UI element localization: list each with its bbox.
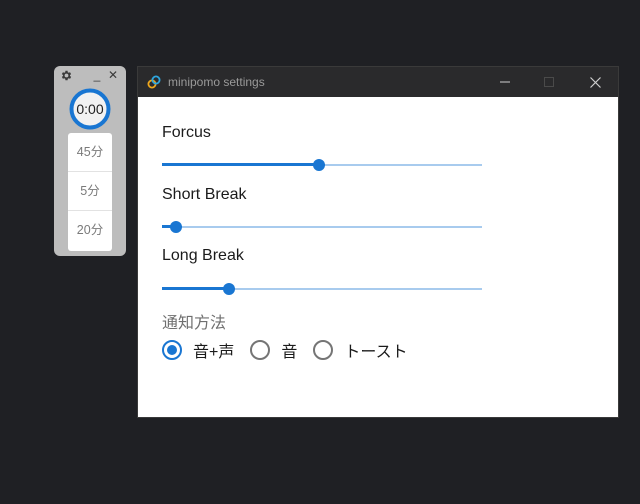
- radio-button[interactable]: [313, 340, 334, 360]
- preset-button[interactable]: 20分: [68, 211, 112, 250]
- focus-slider[interactable]: [162, 157, 482, 173]
- radio-sound[interactable]: 音: [250, 338, 297, 362]
- long-break-slider[interactable]: [162, 281, 482, 297]
- slider-thumb[interactable]: [223, 283, 236, 295]
- radio-button[interactable]: [162, 340, 182, 360]
- radio-label: 音+声: [193, 344, 235, 361]
- settings-content: Forcus Short Break Long Break 通知方法 音+声 音…: [138, 97, 618, 417]
- slider-fill: [162, 287, 230, 290]
- title-bar[interactable]: minipomo settings: [138, 67, 618, 97]
- close-icon: [589, 76, 601, 88]
- long-break-label: Long Break: [162, 247, 244, 264]
- short-break-slider[interactable]: [162, 219, 482, 235]
- minimize-icon[interactable]: _: [91, 68, 103, 82]
- slider-thumb[interactable]: [312, 159, 325, 171]
- preset-button[interactable]: 45分: [68, 133, 112, 172]
- preset-button[interactable]: 5分: [68, 172, 112, 211]
- focus-label: Forcus: [162, 124, 211, 141]
- radio-label: 音: [281, 344, 298, 361]
- mini-timer-widget: _ ✕ 0:00 45分 5分 20分: [54, 66, 126, 256]
- close-icon[interactable]: ✕: [107, 68, 119, 82]
- window-title: minipomo settings: [168, 75, 265, 89]
- notification-radio-group: 音+声 音 トースト: [162, 339, 424, 361]
- timer-display: 0:00: [76, 101, 104, 117]
- radio-button[interactable]: [250, 340, 271, 360]
- minimize-icon: [500, 81, 510, 83]
- settings-window: minipomo settings Forcus Short Break Lon…: [137, 66, 619, 418]
- slider-track: [162, 226, 482, 228]
- radio-label: トースト: [344, 344, 408, 361]
- maximize-button[interactable]: [526, 67, 572, 97]
- notification-label: 通知方法: [162, 315, 227, 332]
- maximize-icon: [544, 77, 554, 87]
- app-icon: [147, 75, 161, 89]
- short-break-label: Short Break: [162, 186, 247, 203]
- gear-icon[interactable]: [60, 69, 73, 82]
- minimize-button[interactable]: [482, 67, 528, 97]
- slider-thumb[interactable]: [170, 221, 183, 233]
- close-button[interactable]: [572, 67, 618, 97]
- preset-list: 45分 5分 20分: [68, 133, 112, 251]
- slider-fill: [162, 163, 319, 166]
- radio-toast[interactable]: トースト: [313, 338, 408, 362]
- radio-voice-sound[interactable]: 音+声: [162, 338, 234, 362]
- timer-ring[interactable]: 0:00: [69, 88, 111, 130]
